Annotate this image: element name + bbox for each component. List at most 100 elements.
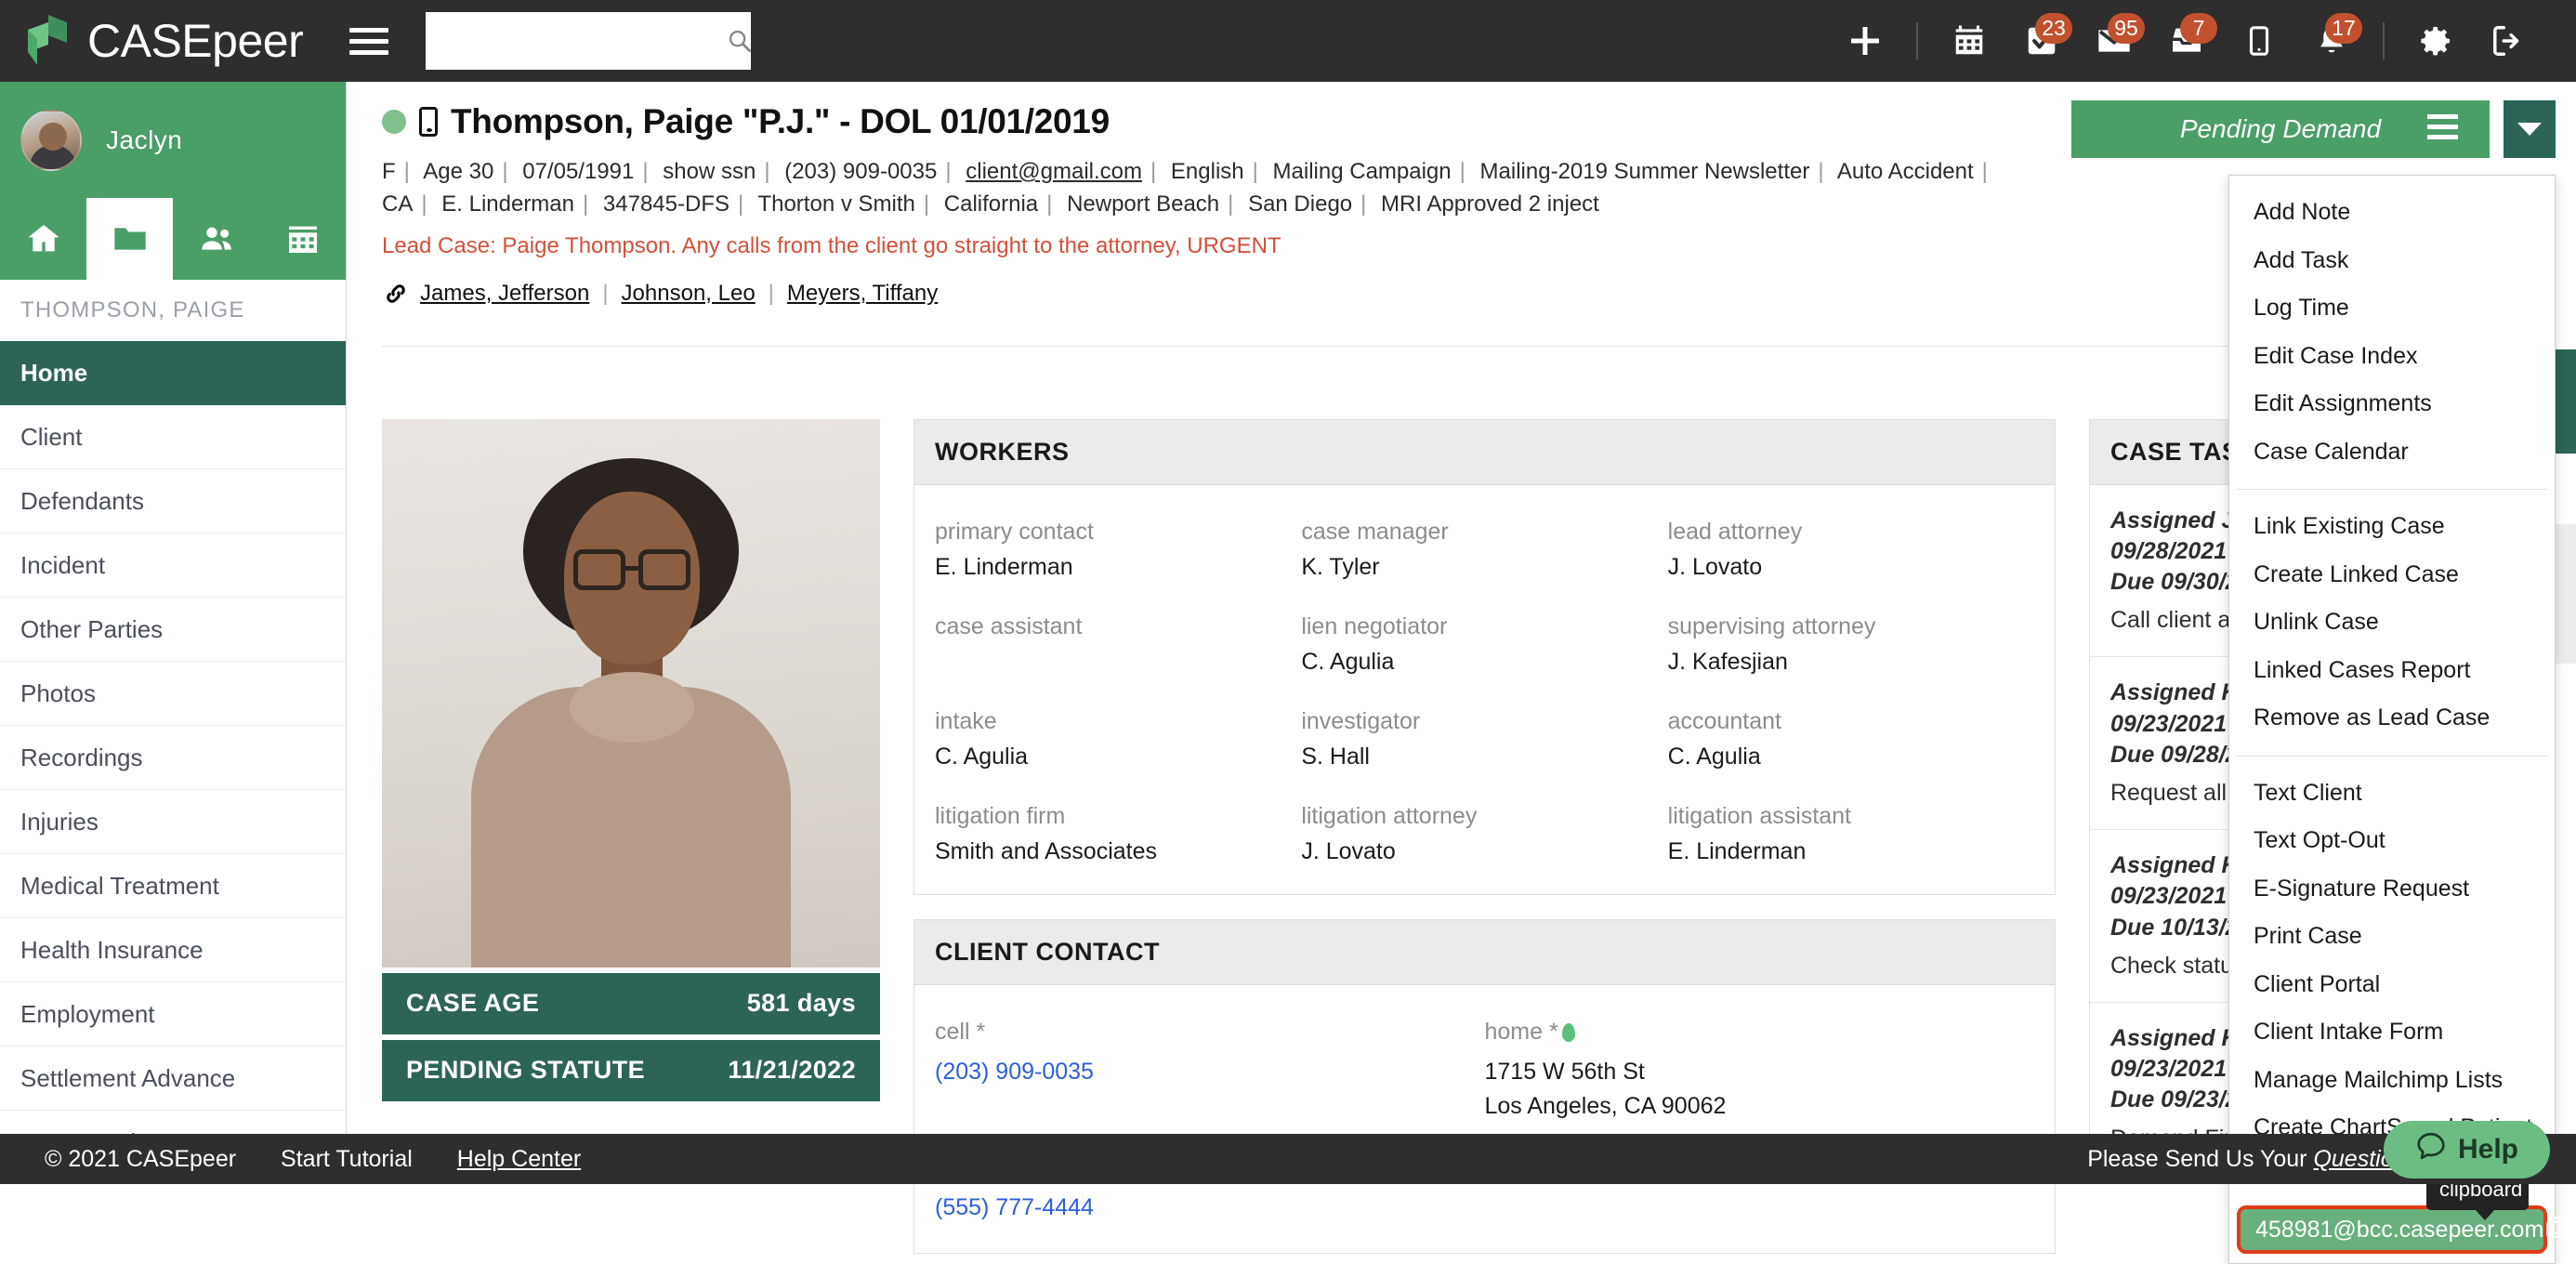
worker-value[interactable] (935, 649, 1301, 677)
sidebar-item-recordings[interactable]: Recordings (0, 726, 346, 790)
help-chat-button[interactable]: Help (2384, 1121, 2550, 1178)
worker-label: lead attorney (1668, 519, 2034, 546)
sidebar-item-employment[interactable]: Employment (0, 982, 346, 1047)
bcc-email-badge[interactable]: 458981@bcc.casepeer.com (2237, 1205, 2547, 1254)
bell-icon[interactable]: 17 (2295, 0, 2368, 82)
worker-value[interactable]: K. Tyler (1301, 554, 1667, 582)
menu-item-manage-mailchimp-lists[interactable]: Manage Mailchimp Lists (2229, 1057, 2555, 1105)
pending-statute-value: 11/21/2022 (728, 1056, 856, 1085)
inbox-icon[interactable]: 7 (2150, 0, 2223, 82)
worker-value[interactable]: E. Linderman (935, 554, 1301, 582)
menu-item-edit-assignments[interactable]: Edit Assignments (2229, 380, 2555, 428)
case-status-label: Pending Demand (2180, 114, 2381, 144)
menu-item-unlink-case[interactable]: Unlink Case (2229, 599, 2555, 647)
worker-field: litigation attorney J. Lovato (1301, 803, 1667, 866)
mail-icon[interactable]: 95 (2078, 0, 2150, 82)
sidebar-item-home[interactable]: Home (0, 341, 346, 405)
menu-item-create-linked-case[interactable]: Create Linked Case (2229, 551, 2555, 599)
menu-item-client-portal[interactable]: Client Portal (2229, 961, 2555, 1009)
worker-label: litigation attorney (1301, 803, 1667, 830)
worker-label: litigation firm (935, 803, 1301, 830)
worker-value[interactable]: J. Lovato (1668, 554, 2034, 582)
sidebar-user-name: Jaclyn (106, 125, 182, 155)
sidebar-tab-contacts[interactable] (173, 198, 259, 280)
menu-item-client-intake-form[interactable]: Client Intake Form (2229, 1008, 2555, 1057)
home-phone-link[interactable]: (555) 777-4444 (935, 1194, 1094, 1220)
add-icon[interactable] (1829, 0, 1901, 82)
case-status-button[interactable]: Pending Demand (2071, 100, 2490, 158)
menu-item-log-time[interactable]: Log Time (2229, 284, 2555, 333)
global-search-box[interactable] (426, 12, 751, 70)
top-navigation-bar: CASEpeer 23 95 7 (0, 0, 2576, 82)
menu-item-remove-as-lead-case[interactable]: Remove as Lead Case (2229, 694, 2555, 743)
sidebar-item-health-insurance[interactable]: Health Insurance (0, 918, 346, 982)
worker-field: lien negotiatorC. Agulia (1301, 613, 1667, 677)
menu-item-text-opt-out[interactable]: Text Opt-Out (2229, 817, 2555, 865)
worker-value[interactable]: J. Lovato (1301, 838, 1667, 866)
logout-icon[interactable] (2472, 0, 2544, 82)
worker-value[interactable]: Smith and Associates (935, 838, 1301, 866)
footer-bar: © 2021 CASEpeer Start Tutorial Help Cent… (0, 1134, 2576, 1184)
case-meta-line: F| Age 30| 07/05/1991| show ssn| (203) 9… (382, 156, 2017, 221)
sidebar-tab-home[interactable] (0, 198, 86, 280)
menu-item-text-client[interactable]: Text Client (2229, 770, 2555, 818)
linked-cases-row: James, Jefferson| Johnson, Leo| Meyers, … (382, 280, 2541, 308)
sidebar-item-medical-treatment[interactable]: Medical Treatment (0, 854, 346, 918)
map-pin-icon (1562, 1023, 1575, 1042)
mobile-icon[interactable] (2223, 0, 2295, 82)
brand-logo-area[interactable]: CASEpeer (0, 13, 303, 69)
worker-value[interactable]: C. Agulia (1301, 649, 1667, 677)
footer-copyright: © 2021 CASEpeer (45, 1146, 236, 1173)
sidebar-item-other-parties[interactable]: Other Parties (0, 598, 346, 662)
calendar-icon[interactable] (1933, 0, 2005, 82)
casepeer-logo-icon (20, 13, 74, 69)
menu-item-link-existing-case[interactable]: Link Existing Case (2229, 503, 2555, 551)
worker-value[interactable]: C. Agulia (1668, 744, 2034, 771)
worker-value[interactable]: J. Kafesjian (1668, 649, 2034, 677)
brand-suffix: peer (212, 15, 303, 67)
menu-item-add-note[interactable]: Add Note (2229, 189, 2555, 237)
sidebar-item-incident[interactable]: Incident (0, 533, 346, 598)
worker-field: litigation assistantE. Linderman (1668, 803, 2034, 866)
sidebar-tab-cases[interactable] (86, 198, 173, 280)
sidebar-item-client[interactable]: Client (0, 405, 346, 469)
footer-help-center-link[interactable]: Help Center (457, 1146, 581, 1173)
menu-item-case-calendar[interactable]: Case Calendar (2229, 428, 2555, 477)
status-menu-icon[interactable] (2427, 114, 2458, 139)
linked-case-link[interactable]: Johnson, Leo (622, 281, 756, 307)
search-input[interactable] (439, 12, 727, 70)
case-actions-caret-button[interactable] (2504, 100, 2556, 158)
menu-item-e-signature-request[interactable]: E-Signature Request (2229, 865, 2555, 914)
main-menu-hamburger-icon[interactable] (349, 28, 388, 55)
linked-case-link[interactable]: James, Jefferson (420, 281, 589, 307)
cell-phone-link[interactable]: (203) 909-0035 (935, 1059, 1094, 1085)
sidebar-item-injuries[interactable]: Injuries (0, 790, 346, 854)
footer-start-tutorial[interactable]: Start Tutorial (281, 1146, 413, 1173)
meta-phone[interactable]: (203) 909-0035 (784, 159, 937, 184)
worker-label: investigator (1301, 708, 1667, 735)
meta-show-ssn[interactable]: show ssn (663, 159, 756, 184)
sidebar-item-photos[interactable]: Photos (0, 662, 346, 726)
worker-value[interactable]: C. Agulia (935, 744, 1301, 771)
meta-email-link[interactable]: client@gmail.com (966, 159, 1142, 184)
worker-label: intake (935, 708, 1301, 735)
worker-value[interactable]: E. Linderman (1668, 838, 2034, 866)
menu-item-linked-cases-report[interactable]: Linked Cases Report (2229, 647, 2555, 695)
menu-divider (2237, 489, 2547, 490)
menu-item-edit-case-index[interactable]: Edit Case Index (2229, 333, 2555, 381)
gear-icon[interactable] (2399, 0, 2472, 82)
worker-value[interactable]: S. Hall (1301, 744, 1667, 771)
client-contact-panel: CLIENT CONTACT cell * (203) 909-0035 hom… (913, 919, 2056, 1255)
footer-left-group: © 2021 CASEpeer Start Tutorial Help Cent… (0, 1146, 581, 1173)
menu-item-print-case[interactable]: Print Case (2229, 913, 2555, 961)
sidebar-tab-calendar[interactable] (259, 198, 346, 280)
sidebar-user-block[interactable]: Jaclyn (0, 82, 346, 198)
menu-item-add-task[interactable]: Add Task (2229, 237, 2555, 285)
sidebar-item-defendants[interactable]: Defendants (0, 469, 346, 533)
center-column: WORKERS primary contactE. Linderman case… (913, 419, 2056, 1255)
tasks-icon[interactable]: 23 (2005, 0, 2078, 82)
sidebar-item-settlement-advance[interactable]: Settlement Advance (0, 1047, 346, 1111)
meta-case-type: Auto Accident (1837, 159, 1974, 184)
linked-case-link[interactable]: Meyers, Tiffany (787, 281, 938, 307)
copy-icon[interactable] (2543, 1215, 2568, 1245)
